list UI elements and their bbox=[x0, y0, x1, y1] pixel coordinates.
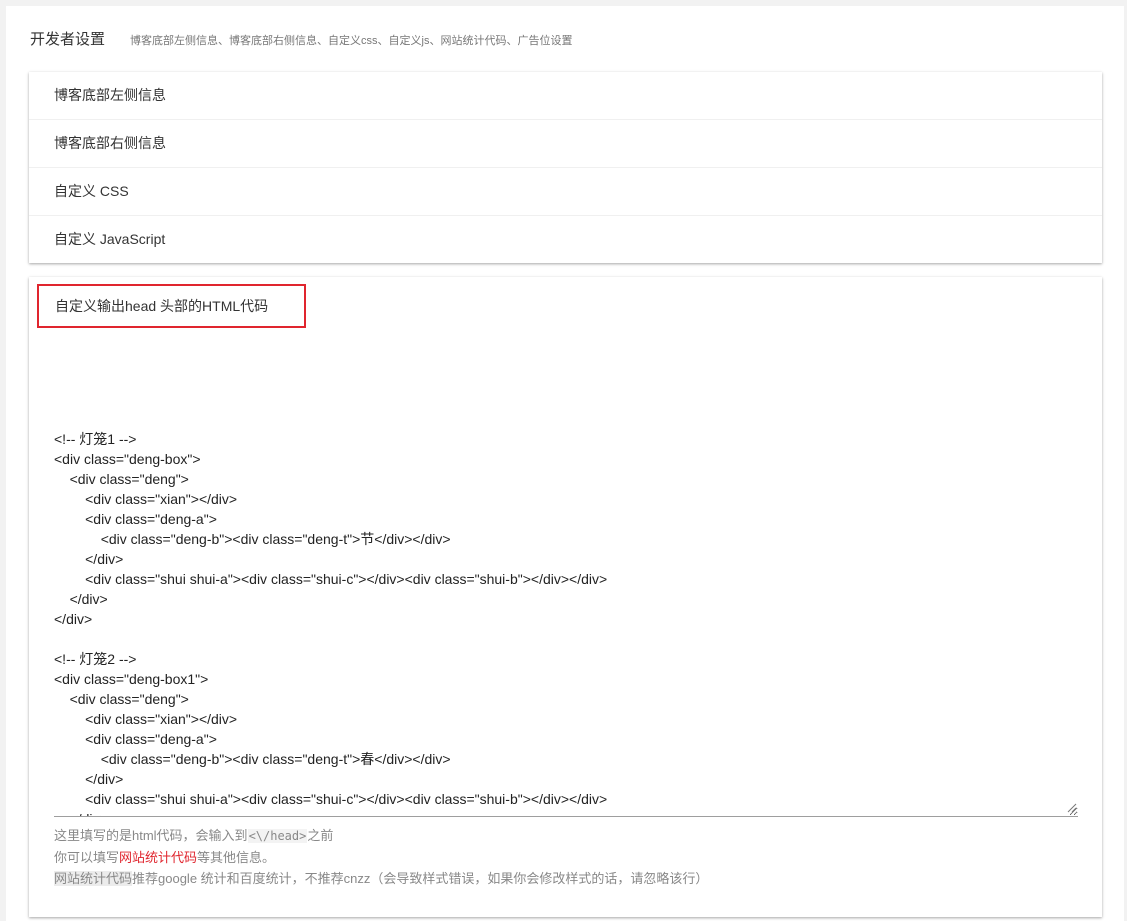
settings-accordion: 博客底部左侧信息 博客底部右侧信息 自定义 CSS 自定义 JavaScript bbox=[29, 72, 1102, 263]
stats-code-link[interactable]: 网站统计代码 bbox=[119, 850, 197, 865]
hint-line-1: 这里填写的是html代码，会输入到<\/head>之前 bbox=[54, 825, 708, 847]
accordion-item-custom-js[interactable]: 自定义 JavaScript bbox=[29, 216, 1102, 263]
head-html-code-input[interactable]: <!-- 灯笼1 --> <div class="deng-box"> <div… bbox=[54, 389, 1078, 817]
section-title: 开发者设置 bbox=[30, 31, 106, 48]
hint-text: 等其他信息。 bbox=[197, 850, 276, 865]
highlighted-term: 网站统计代码 bbox=[54, 871, 133, 886]
accordion-item-footer-left[interactable]: 博客底部左侧信息 bbox=[29, 72, 1102, 120]
section-subtitle: 博客底部左侧信息、博客底部右侧信息、自定义css、自定义js、网站统计代码、广告… bbox=[130, 35, 573, 47]
accordion-item-custom-css[interactable]: 自定义 CSS bbox=[29, 168, 1102, 216]
hint-text: 你可以填写 bbox=[54, 850, 120, 865]
accordion-item-footer-right[interactable]: 博客底部右侧信息 bbox=[29, 120, 1102, 168]
section-header: 开发者设置 博客底部左侧信息、博客底部右侧信息、自定义css、自定义js、网站统… bbox=[30, 28, 572, 58]
head-html-hints: 这里填写的是html代码，会输入到<\/head>之前 你可以填写网站统计代码等… bbox=[54, 825, 708, 889]
head-html-panel: 自定义输出head 头部的HTML代码 <!-- 灯笼1 --> <div cl… bbox=[29, 277, 1102, 917]
hint-text: 之前 bbox=[307, 828, 334, 843]
hint-text: 这里填写的是html代码，会输入到 bbox=[54, 828, 248, 843]
head-html-panel-title[interactable]: 自定义输出head 头部的HTML代码 bbox=[37, 284, 306, 328]
hint-text: 推荐google 统计和百度统计，不推荐cnzz（会导致样式错误，如果你会修改样… bbox=[132, 871, 709, 886]
hint-line-3: 网站统计代码推荐google 统计和百度统计，不推荐cnzz（会导致样式错误，如… bbox=[54, 868, 708, 889]
hint-line-2: 你可以填写网站统计代码等其他信息。 bbox=[54, 847, 708, 868]
resize-handle-icon[interactable] bbox=[1067, 803, 1077, 813]
settings-page: 开发者设置 博客底部左侧信息、博客底部右侧信息、自定义css、自定义js、网站统… bbox=[6, 6, 1124, 921]
inline-code: <\/head> bbox=[247, 829, 308, 843]
